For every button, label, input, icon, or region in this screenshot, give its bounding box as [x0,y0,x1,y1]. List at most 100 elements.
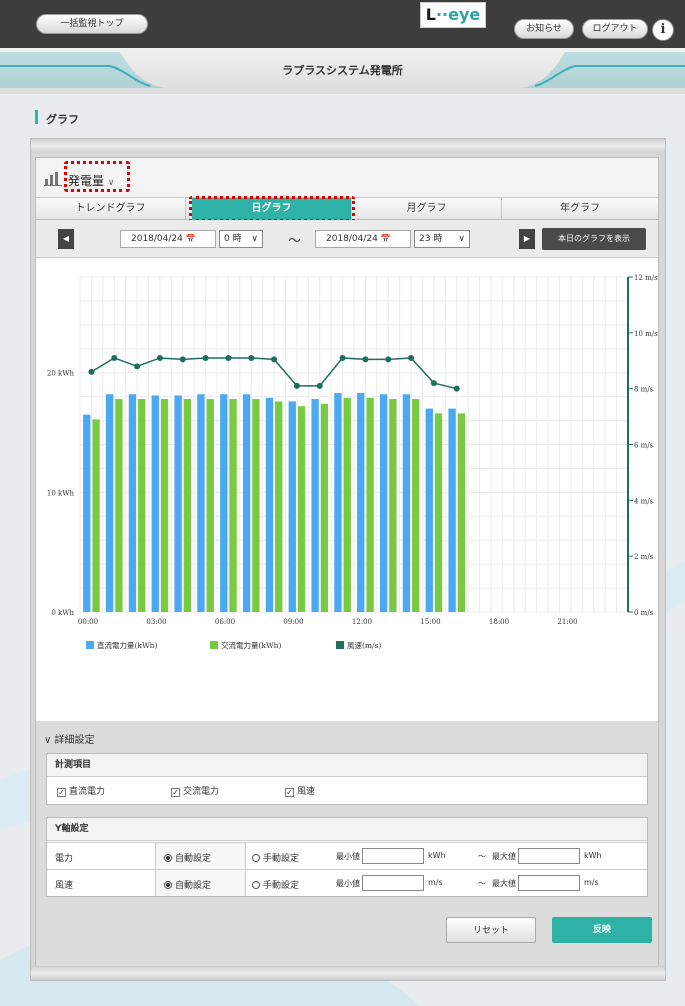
plant-name: ラプラスシステム発電所 [282,64,403,77]
y-left-tick-label: 20 kWh [47,370,75,378]
checkbox-wind-speed[interactable]: ✓ 風速 [285,784,315,797]
legend-label: 交流電力量(kWh) [221,640,282,650]
radio-label: 自動設定 [175,881,212,891]
bar-dc-power [105,394,114,612]
bar-ac-power [115,399,123,612]
bar-ac-power [389,399,397,612]
graph-panel: 発電量 ∨ トレンドグラフ 日グラフ 月グラフ 年グラフ ◀ 2018/04/2… [30,138,666,981]
wind-min-input[interactable] [362,875,424,891]
end-date-value: 2018/04/24 [326,234,378,244]
details-title: 詳細設定 [54,735,95,746]
start-hour-select[interactable]: 0 時 ∨ [219,230,263,248]
x-tick-label: 12:00 [352,618,372,626]
section-title: グラフ [46,113,79,126]
x-tick-label: 21:00 [557,618,577,626]
details-toggle[interactable]: ∨ 詳細設定 [44,731,95,746]
power-min-input[interactable] [362,848,424,864]
end-hour-select[interactable]: 23 時 ∨ [414,230,470,248]
end-date-field[interactable]: 2018/04/24 📅 [315,230,411,248]
wind-speed-point [339,354,346,361]
radio-auto-wind[interactable]: 自動設定 [164,878,211,891]
checkbox-icon: ✓ [285,788,294,797]
bulk-monitor-top-button[interactable]: 一括監視トップ [36,14,148,34]
graph-panel-inner: 発電量 ∨ トレンドグラフ 日グラフ 月グラフ 年グラフ ◀ 2018/04/2… [35,157,659,975]
min-label: 最小値 [336,852,360,861]
bar-ac-power [366,397,374,612]
bar-dc-power [83,414,91,612]
y-left-tick-label: 10 kWh [47,489,75,497]
tab-monthly[interactable]: 月グラフ [352,198,502,220]
calendar-icon[interactable]: 📅 [381,234,391,243]
bar-dc-power [357,393,365,612]
unit-label: kWh [428,851,446,860]
logout-button[interactable]: ログアウト [582,19,648,39]
wind-speed-point [408,354,415,361]
radio-icon [252,881,260,889]
bar-dc-power [288,401,296,612]
reset-button[interactable]: リセット [446,917,536,943]
next-day-button[interactable]: ▶ [519,229,535,249]
tab-trend[interactable]: トレンドグラフ [36,198,186,220]
page-header: ラプラスシステム発電所 [0,48,685,94]
bar-ac-power [320,403,329,612]
bar-dc-power [425,408,433,612]
bar-ac-power [343,397,351,612]
radio-icon [164,854,172,862]
radio-manual-power[interactable]: 手動設定 [252,851,299,864]
bar-dc-power [379,394,388,612]
radio-auto-power[interactable]: 自動設定 [164,851,211,864]
max-label: 最大値 [492,879,516,888]
bar-dc-power [242,394,251,612]
end-hour-value: 23 時 [419,234,443,244]
checkbox-dc-power[interactable]: ✓ 直流電力 [57,784,105,797]
checkbox-label: 交流電力 [183,787,220,797]
bar-ac-power [434,413,443,612]
wind-max-input[interactable] [518,875,580,891]
auto-cell: 自動設定 [155,870,245,896]
wind-speed-point [179,356,186,363]
wind-speed-point [271,356,278,363]
start-hour-value: 0 時 [224,234,242,244]
measure-select-row: 発電量 ∨ [36,158,658,198]
measure-highlight [64,161,130,192]
y-left-tick-label: 0 kWh [51,609,74,617]
wind-speed-point [385,356,392,363]
bar-ac-power [457,413,466,612]
wind-speed-point [202,354,209,361]
x-tick-label: 18:00 [489,618,509,626]
yaxis-row-wind: 風速 自動設定 手動設定 最小値 m/s ～ 最大値 m/s [47,869,647,896]
calendar-icon[interactable]: 📅 [186,234,196,243]
wind-speed-point [111,354,118,361]
chart-area: 0 kWh 10 kWh 20 kWh 0 m/s 2 m/s 4 m/s 6 m/s 8 m… [36,259,658,721]
manual-cell: 手動設定 最小値 kWh ～ 最大値 kWh [245,843,647,869]
checkbox-ac-power[interactable]: ✓ 交流電力 [171,784,219,797]
radio-label: 手動設定 [263,854,300,864]
bar-ac-power [183,399,192,612]
yaxis-row-label: 風速 [55,881,74,891]
checkbox-icon: ✓ [171,788,180,797]
wind-speed-point [88,368,95,375]
x-tick-label: 09:00 [283,618,303,626]
x-tick-label: 06:00 [215,618,235,626]
y-right-tick-label: 4 m/s [634,497,654,505]
bar-ac-power [252,399,260,612]
info-icon[interactable]: i [652,19,674,41]
y-right-tick-label: 6 m/s [634,442,654,450]
notice-button[interactable]: お知らせ [514,19,574,39]
start-date-field[interactable]: 2018/04/24 📅 [120,230,216,248]
max-label: 最大値 [492,852,516,861]
range-tilde: ～ [288,234,302,249]
show-today-button[interactable]: 本日のグラフを表示 [542,228,646,250]
y-right-tick-label: 10 m/s [634,330,658,338]
radio-manual-wind[interactable]: 手動設定 [252,878,299,891]
bar-dc-power [402,394,411,612]
radio-label: 自動設定 [175,854,212,864]
yaxis-settings-box: Y軸設定 電力 自動設定 手動設定 最小値 kWh ～ 最大値 kWh 風速 自… [46,817,648,897]
tab-yearly[interactable]: 年グラフ [502,198,658,220]
prev-day-button[interactable]: ◀ [58,229,74,249]
wind-speed-point [453,385,460,392]
apply-button[interactable]: 反映 [552,917,652,943]
unit-label: kWh [584,851,602,860]
legend-swatch [86,641,94,649]
power-max-input[interactable] [518,848,580,864]
